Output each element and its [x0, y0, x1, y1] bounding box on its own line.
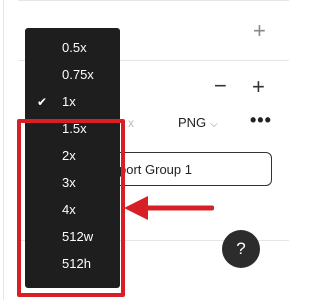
- scale-option-label: 0.75x: [62, 67, 94, 82]
- scale-dropdown: 0.5x 0.75x ✔ 1x 1.5x 2x 3x 4x 512w 512h: [25, 28, 120, 288]
- scale-option-label: 0.5x: [62, 40, 87, 55]
- scale-field-fragment[interactable]: x: [128, 116, 134, 130]
- scale-option-0-75x[interactable]: 0.75x: [25, 61, 120, 88]
- annotation-arrow-icon: [124, 196, 214, 220]
- scale-option-label: 512w: [62, 229, 94, 244]
- scale-option-label: 2x: [62, 148, 76, 163]
- scale-option-3x[interactable]: 3x: [25, 169, 120, 196]
- scale-option-label: 1x: [62, 94, 76, 109]
- scale-option-label: 512h: [62, 256, 91, 271]
- help-button[interactable]: ?: [222, 230, 260, 268]
- export-button[interactable]: port Group 1: [96, 152, 272, 186]
- divider-top: [18, 0, 289, 1]
- scale-option-1-5x[interactable]: 1.5x: [25, 115, 120, 142]
- format-label: PNG: [178, 115, 207, 130]
- export-button-label: port Group 1: [119, 161, 192, 177]
- panel-divider: [3, 0, 4, 300]
- remove-export-button[interactable]: −: [214, 75, 227, 97]
- chevron-down-icon: ⌵: [210, 119, 218, 130]
- scale-option-label: 3x: [62, 175, 76, 190]
- scale-option-label: 4x: [62, 202, 76, 217]
- format-select[interactable]: PNG ⌵: [178, 115, 218, 130]
- more-options-button[interactable]: •••: [250, 110, 272, 131]
- scale-option-2x[interactable]: 2x: [25, 142, 120, 169]
- help-icon: ?: [236, 239, 246, 258]
- add-export-button[interactable]: +: [252, 76, 265, 98]
- scale-option-0-5x[interactable]: 0.5x: [25, 34, 120, 61]
- scale-option-1x[interactable]: ✔ 1x: [25, 88, 120, 115]
- add-section-button[interactable]: +: [253, 20, 266, 42]
- scale-option-4x[interactable]: 4x: [25, 196, 120, 223]
- scale-option-512h[interactable]: 512h: [25, 250, 120, 277]
- scale-option-label: 1.5x: [62, 121, 87, 136]
- checkmark-icon: ✔: [37, 94, 48, 109]
- scale-option-512w[interactable]: 512w: [25, 223, 120, 250]
